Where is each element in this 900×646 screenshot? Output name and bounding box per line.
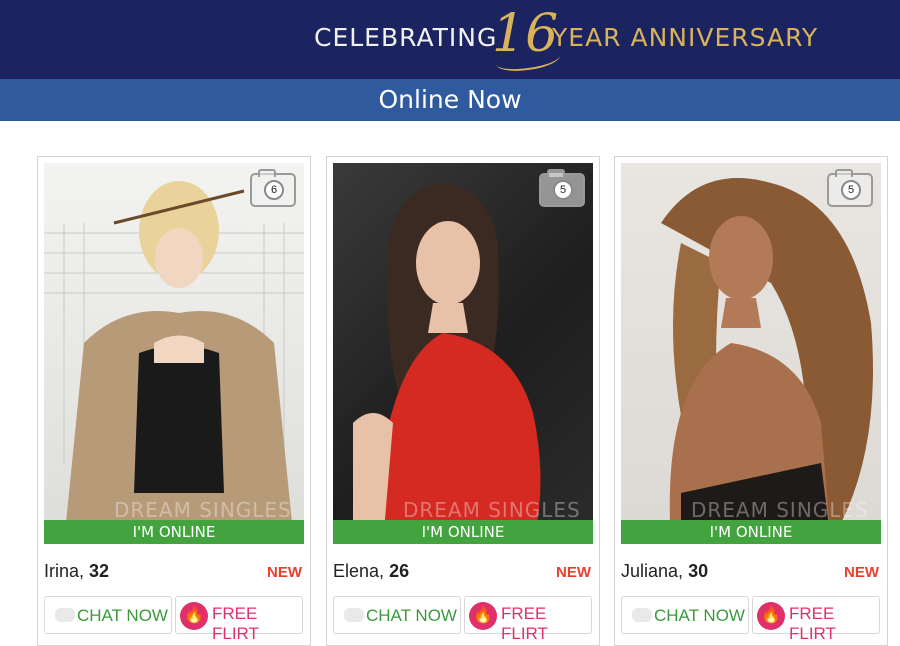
name-row: Irina, 32 NEW — [44, 561, 302, 583]
online-status: I'M ONLINE — [44, 520, 304, 544]
chat-bubble-icon — [344, 608, 364, 622]
chat-now-label: CHAT NOW — [366, 606, 457, 625]
camera-icon[interactable]: 5 — [827, 169, 873, 207]
new-badge: NEW — [267, 564, 302, 581]
banner-celebrating: CELEBRATING — [314, 23, 498, 52]
online-status: I'M ONLINE — [333, 520, 593, 544]
photo-figure — [44, 181, 304, 543]
free-flirt-button[interactable]: 🔥 FREE FLIRT — [752, 596, 880, 643]
profile-age: 26 — [389, 561, 410, 581]
name-row: Elena, 26 NEW — [333, 561, 591, 583]
profile-name[interactable]: Irina, 32 — [44, 561, 109, 582]
new-badge: NEW — [844, 564, 879, 581]
profile-photo[interactable]: DREAM SINGLES 5 — [621, 163, 881, 543]
free-flirt-label: FREE FLIRT — [501, 604, 548, 643]
new-badge: NEW — [556, 564, 591, 581]
camera-icon[interactable]: 5 — [539, 169, 585, 207]
profile-card[interactable]: DREAM SINGLES 5 I'M ONLINE Juliana, 30 N… — [614, 156, 888, 646]
photo-watermark: DREAM SINGLES — [691, 498, 869, 522]
chat-now-button[interactable]: CHAT NOW — [333, 596, 461, 634]
free-flirt-label: FREE FLIRT — [212, 604, 259, 643]
chat-bubble-icon — [55, 608, 75, 622]
photo-watermark: DREAM SINGLES — [114, 498, 292, 522]
free-flirt-button[interactable]: 🔥 FREE FLIRT — [464, 596, 592, 643]
photo-count: 6 — [264, 180, 284, 200]
camera-icon[interactable]: 6 — [250, 169, 296, 207]
flame-icon: 🔥 — [180, 602, 208, 630]
free-flirt-button[interactable]: 🔥 FREE FLIRT — [175, 596, 303, 643]
profile-name[interactable]: Juliana, 30 — [621, 561, 708, 582]
profile-photo[interactable]: DREAM SINGLES 6 — [44, 163, 304, 543]
online-status: I'M ONLINE — [621, 520, 881, 544]
chat-now-button[interactable]: CHAT NOW — [621, 596, 749, 634]
anniversary-banner[interactable]: CELEBRATING 16 YEAR ANNIVERSARY — [0, 0, 900, 79]
photo-count: 5 — [553, 180, 573, 200]
chat-now-button[interactable]: CHAT NOW — [44, 596, 172, 634]
name-row: Juliana, 30 NEW — [621, 561, 879, 583]
profile-name[interactable]: Elena, 26 — [333, 561, 409, 582]
photo-figure — [353, 183, 541, 543]
profile-photo[interactable]: DREAM SINGLES 5 — [333, 163, 593, 543]
photo-count: 5 — [841, 180, 861, 200]
flame-icon: 🔥 — [757, 602, 785, 630]
flame-icon: 🔥 — [469, 602, 497, 630]
banner-year-anniversary: YEAR ANNIVERSARY — [552, 23, 819, 52]
chat-bubble-icon — [632, 608, 652, 622]
free-flirt-label: FREE FLIRT — [789, 604, 836, 643]
photo-watermark: DREAM SINGLES — [403, 498, 581, 522]
online-now-bar: Online Now — [0, 79, 900, 121]
section-title: Online Now — [378, 85, 522, 114]
profile-card[interactable]: DREAM SINGLES 5 I'M ONLINE Elena, 26 NEW… — [326, 156, 600, 646]
photo-figure — [661, 178, 873, 543]
profile-age: 30 — [688, 561, 709, 581]
chat-now-label: CHAT NOW — [77, 606, 168, 625]
chat-now-label: CHAT NOW — [654, 606, 745, 625]
profile-age: 32 — [89, 561, 110, 581]
profile-card[interactable]: DREAM SINGLES 6 I'M ONLINE Irina, 32 NEW… — [37, 156, 311, 646]
